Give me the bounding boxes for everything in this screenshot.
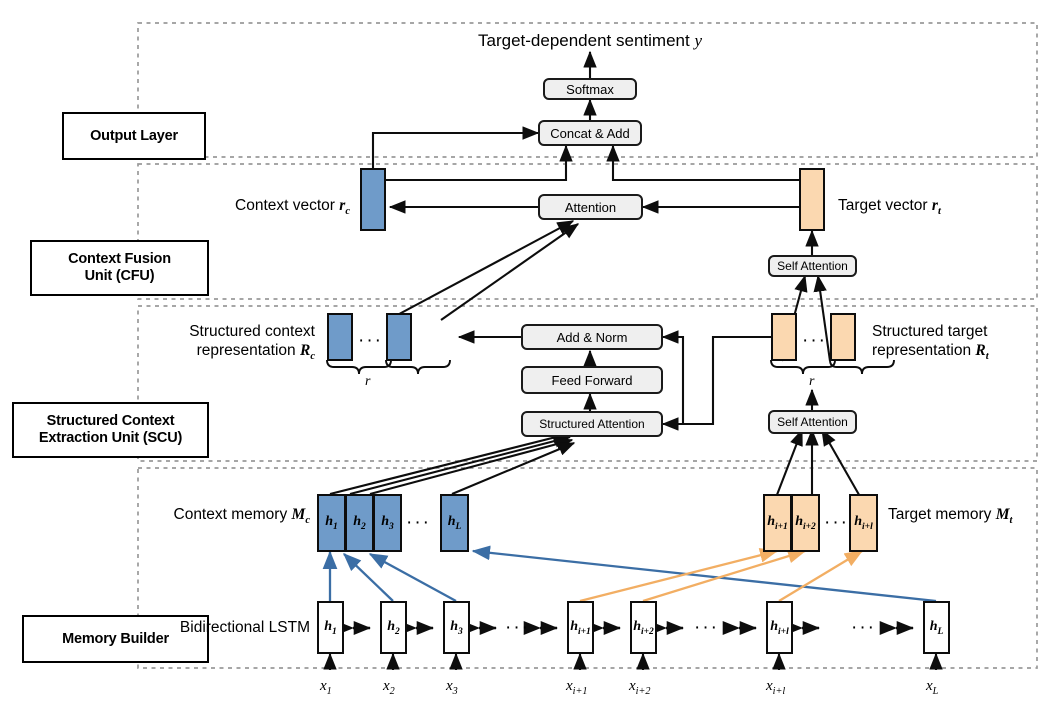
target-memory-cell-1: hi+1 bbox=[763, 494, 792, 552]
context-memory-cell-1-text: h1 bbox=[325, 514, 338, 532]
concat-add-block[interactable]: Concat & Add bbox=[538, 120, 642, 146]
structured-context-var: Rc bbox=[299, 342, 315, 363]
layer-label-output-text: Output Layer bbox=[90, 127, 178, 144]
page-title-text: Target-dependent sentiment bbox=[478, 31, 690, 50]
layer-label-scu-line1: Structured Context bbox=[46, 413, 175, 430]
context-memory-text: Context memory bbox=[173, 506, 288, 523]
layer-label-cfu: Context Fusion Unit (CFU) bbox=[30, 240, 209, 296]
structured-context-ellipsis: ··· bbox=[358, 330, 383, 351]
structured-attention-block[interactable]: Structured Attention bbox=[521, 411, 663, 437]
input-label-xL: xL bbox=[926, 678, 939, 697]
target-vector-box bbox=[799, 168, 825, 231]
context-memory-ellipsis: ··· bbox=[406, 512, 431, 533]
context-memory-label: Context memory Mc bbox=[140, 505, 311, 527]
context-vector-box bbox=[360, 168, 386, 231]
structured-target-line1: Structured target bbox=[872, 323, 988, 340]
context-memory-cell-3: h3 bbox=[373, 494, 402, 552]
input-label-x2: x2 bbox=[383, 678, 395, 697]
structured-attention-label: Structured Attention bbox=[539, 417, 645, 431]
layer-label-output: Output Layer bbox=[62, 112, 206, 160]
context-vector-var: rc bbox=[339, 197, 350, 218]
attention-label: Attention bbox=[564, 199, 617, 215]
input-label-x1: x1 bbox=[320, 678, 332, 697]
context-memory-cell-2: h2 bbox=[345, 494, 374, 552]
add-norm-block[interactable]: Add & Norm bbox=[521, 324, 663, 350]
self-attention-scu-label: Self Attention bbox=[777, 415, 848, 429]
softmax-label: Softmax bbox=[566, 81, 614, 97]
structured-context-brace-label: r bbox=[365, 374, 371, 389]
lstm-ellipsis-3: ··· bbox=[851, 617, 876, 638]
feed-forward-label: Feed Forward bbox=[551, 372, 633, 388]
target-memory-cell-1-text: hi+1 bbox=[767, 514, 788, 532]
structured-target-var: Rt bbox=[975, 342, 989, 363]
context-memory-cell-L-text: hL bbox=[447, 514, 462, 532]
bilstm-label-text: Bidirectional LSTM bbox=[179, 619, 310, 636]
input-label-x3: x3 bbox=[446, 678, 458, 697]
target-memory-var: Mt bbox=[995, 506, 1013, 527]
self-attention-scu-block[interactable]: Self Attention bbox=[768, 410, 857, 434]
structured-target-vector-1 bbox=[771, 313, 797, 361]
context-vector-label: Context vector rc bbox=[140, 196, 350, 218]
structured-target-label: Structured target representation Rt bbox=[872, 322, 989, 364]
bilstm-label: Bidirectional LSTM bbox=[140, 618, 310, 637]
lstm-cell-il: hi+l bbox=[766, 601, 793, 654]
lstm-cell-1: h1 bbox=[317, 601, 344, 654]
target-memory-cell-l: hi+l bbox=[849, 494, 878, 552]
target-memory-cell-2: hi+2 bbox=[791, 494, 820, 552]
architecture-diagram: Output Layer Context Fusion Unit (CFU) S… bbox=[0, 0, 1050, 722]
structured-target-brace-label: r bbox=[809, 374, 815, 389]
structured-target-line2: representation bbox=[872, 342, 972, 360]
target-memory-label: Target memory Mt bbox=[888, 505, 1012, 527]
context-memory-cell-1: h1 bbox=[317, 494, 346, 552]
lstm-cell-i2: hi+2 bbox=[630, 601, 657, 654]
structured-context-line1: Structured context bbox=[189, 323, 315, 340]
concat-add-label: Concat & Add bbox=[550, 125, 630, 141]
lstm-cell-2: h2 bbox=[380, 601, 407, 654]
context-vector-text: Context vector bbox=[235, 197, 335, 214]
context-memory-cell-2-text: h2 bbox=[353, 514, 366, 532]
structured-context-vector-1 bbox=[327, 313, 353, 361]
structured-context-line2: representation bbox=[196, 342, 296, 360]
target-vector-var: rt bbox=[931, 197, 941, 218]
target-memory-cell-l-text: hi+l bbox=[854, 514, 873, 532]
attention-block[interactable]: Attention bbox=[538, 194, 643, 220]
input-label-xi2: xi+2 bbox=[629, 678, 651, 697]
structured-target-vector-n bbox=[830, 313, 856, 361]
page-title: Target-dependent sentiment y bbox=[390, 30, 790, 51]
structured-target-ellipsis: ··· bbox=[802, 330, 827, 351]
lstm-cell-3: h3 bbox=[443, 601, 470, 654]
target-vector-text: Target vector bbox=[838, 197, 928, 214]
context-memory-cell-3-text: h3 bbox=[381, 514, 394, 532]
target-memory-text: Target memory bbox=[888, 506, 992, 523]
context-memory-var: Mc bbox=[291, 506, 310, 527]
structured-context-vector-n bbox=[386, 313, 412, 361]
input-label-xil: xi+l bbox=[766, 678, 786, 697]
self-attention-cfu-label: Self Attention bbox=[777, 259, 848, 273]
lstm-ellipsis-1: ··· bbox=[505, 617, 530, 638]
feed-forward-block[interactable]: Feed Forward bbox=[521, 366, 663, 394]
lstm-cell-L: hL bbox=[923, 601, 950, 654]
add-norm-label: Add & Norm bbox=[556, 329, 628, 345]
layer-label-cfu-line2: Unit (CFU) bbox=[84, 268, 155, 284]
layer-label-scu-line2: Extraction Unit (SCU) bbox=[38, 430, 183, 446]
lstm-cell-i1: hi+1 bbox=[567, 601, 594, 654]
input-label-xi1: xi+1 bbox=[566, 678, 588, 697]
self-attention-cfu-block[interactable]: Self Attention bbox=[768, 255, 857, 277]
layer-label-scu: Structured Context Extraction Unit (SCU) bbox=[12, 402, 209, 458]
context-memory-cell-L: hL bbox=[440, 494, 469, 552]
layer-label-cfu-line1: Context Fusion bbox=[68, 251, 171, 268]
page-title-var: y bbox=[694, 31, 702, 50]
target-vector-label: Target vector rt bbox=[838, 196, 941, 218]
target-memory-cell-2-text: hi+2 bbox=[795, 514, 816, 532]
lstm-ellipsis-2: ··· bbox=[694, 617, 719, 638]
structured-context-label: Structured context representation Rc bbox=[125, 322, 315, 364]
softmax-block[interactable]: Softmax bbox=[543, 78, 637, 100]
target-memory-ellipsis: ··· bbox=[824, 512, 849, 533]
